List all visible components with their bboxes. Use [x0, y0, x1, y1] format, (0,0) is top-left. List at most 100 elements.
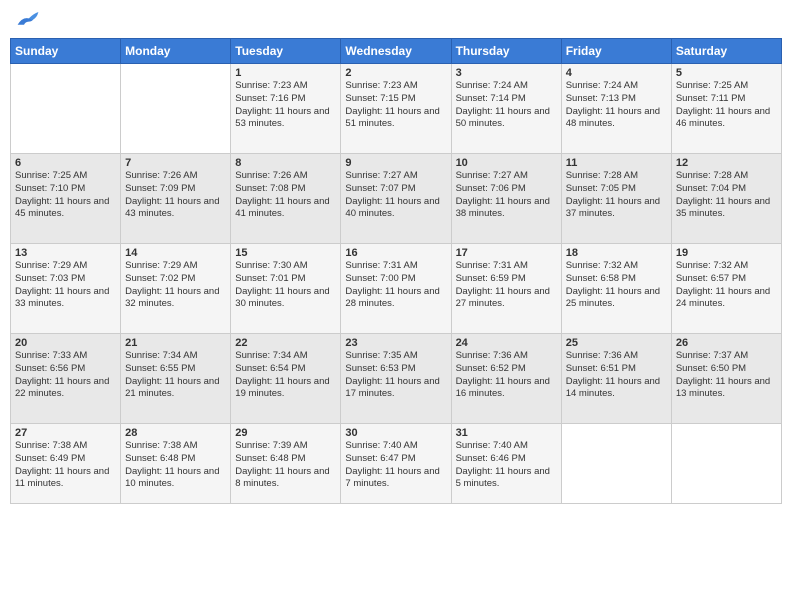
calendar-cell	[11, 64, 121, 154]
calendar-cell	[121, 64, 231, 154]
day-number: 2	[345, 67, 446, 79]
day-info: Sunrise: 7:37 AMSunset: 6:50 PMDaylight:…	[676, 350, 777, 401]
day-info: Sunrise: 7:32 AMSunset: 6:58 PMDaylight:…	[566, 260, 667, 311]
calendar-cell: 13Sunrise: 7:29 AMSunset: 7:03 PMDayligh…	[11, 244, 121, 334]
day-number: 30	[345, 427, 446, 439]
day-number: 17	[456, 247, 557, 259]
day-info: Sunrise: 7:25 AMSunset: 7:11 PMDaylight:…	[676, 80, 777, 131]
day-number: 26	[676, 337, 777, 349]
day-number: 5	[676, 67, 777, 79]
day-number: 4	[566, 67, 667, 79]
calendar-cell: 23Sunrise: 7:35 AMSunset: 6:53 PMDayligh…	[341, 334, 451, 424]
day-number: 25	[566, 337, 667, 349]
calendar-header-row: SundayMondayTuesdayWednesdayThursdayFrid…	[11, 39, 782, 64]
calendar-cell: 14Sunrise: 7:29 AMSunset: 7:02 PMDayligh…	[121, 244, 231, 334]
calendar-cell	[561, 424, 671, 504]
calendar-cell: 29Sunrise: 7:39 AMSunset: 6:48 PMDayligh…	[231, 424, 341, 504]
day-number: 15	[235, 247, 336, 259]
calendar-cell: 17Sunrise: 7:31 AMSunset: 6:59 PMDayligh…	[451, 244, 561, 334]
day-info: Sunrise: 7:35 AMSunset: 6:53 PMDaylight:…	[345, 350, 446, 401]
calendar-cell: 19Sunrise: 7:32 AMSunset: 6:57 PMDayligh…	[671, 244, 781, 334]
day-info: Sunrise: 7:36 AMSunset: 6:51 PMDaylight:…	[566, 350, 667, 401]
day-info: Sunrise: 7:24 AMSunset: 7:14 PMDaylight:…	[456, 80, 557, 131]
calendar-cell: 11Sunrise: 7:28 AMSunset: 7:05 PMDayligh…	[561, 154, 671, 244]
calendar-body: 1Sunrise: 7:23 AMSunset: 7:16 PMDaylight…	[11, 64, 782, 504]
calendar-week-row: 20Sunrise: 7:33 AMSunset: 6:56 PMDayligh…	[11, 334, 782, 424]
day-number: 14	[125, 247, 226, 259]
calendar-cell: 31Sunrise: 7:40 AMSunset: 6:46 PMDayligh…	[451, 424, 561, 504]
calendar-cell: 2Sunrise: 7:23 AMSunset: 7:15 PMDaylight…	[341, 64, 451, 154]
day-number: 31	[456, 427, 557, 439]
calendar-cell: 24Sunrise: 7:36 AMSunset: 6:52 PMDayligh…	[451, 334, 561, 424]
calendar-week-row: 13Sunrise: 7:29 AMSunset: 7:03 PMDayligh…	[11, 244, 782, 334]
day-info: Sunrise: 7:38 AMSunset: 6:48 PMDaylight:…	[125, 440, 226, 491]
calendar-cell: 7Sunrise: 7:26 AMSunset: 7:09 PMDaylight…	[121, 154, 231, 244]
day-info: Sunrise: 7:26 AMSunset: 7:08 PMDaylight:…	[235, 170, 336, 221]
calendar-cell: 25Sunrise: 7:36 AMSunset: 6:51 PMDayligh…	[561, 334, 671, 424]
day-number: 3	[456, 67, 557, 79]
day-info: Sunrise: 7:29 AMSunset: 7:02 PMDaylight:…	[125, 260, 226, 311]
day-number: 16	[345, 247, 446, 259]
calendar-cell: 4Sunrise: 7:24 AMSunset: 7:13 PMDaylight…	[561, 64, 671, 154]
day-info: Sunrise: 7:27 AMSunset: 7:07 PMDaylight:…	[345, 170, 446, 221]
day-number: 8	[235, 157, 336, 169]
calendar-cell: 9Sunrise: 7:27 AMSunset: 7:07 PMDaylight…	[341, 154, 451, 244]
calendar-cell: 30Sunrise: 7:40 AMSunset: 6:47 PMDayligh…	[341, 424, 451, 504]
calendar-cell: 1Sunrise: 7:23 AMSunset: 7:16 PMDaylight…	[231, 64, 341, 154]
day-number: 28	[125, 427, 226, 439]
day-info: Sunrise: 7:36 AMSunset: 6:52 PMDaylight:…	[456, 350, 557, 401]
calendar-header-thursday: Thursday	[451, 39, 561, 64]
day-number: 23	[345, 337, 446, 349]
day-info: Sunrise: 7:29 AMSunset: 7:03 PMDaylight:…	[15, 260, 116, 311]
calendar-table: SundayMondayTuesdayWednesdayThursdayFrid…	[10, 38, 782, 504]
calendar-cell: 10Sunrise: 7:27 AMSunset: 7:06 PMDayligh…	[451, 154, 561, 244]
calendar-week-row: 6Sunrise: 7:25 AMSunset: 7:10 PMDaylight…	[11, 154, 782, 244]
calendar-cell: 3Sunrise: 7:24 AMSunset: 7:14 PMDaylight…	[451, 64, 561, 154]
calendar-cell: 27Sunrise: 7:38 AMSunset: 6:49 PMDayligh…	[11, 424, 121, 504]
calendar-cell: 20Sunrise: 7:33 AMSunset: 6:56 PMDayligh…	[11, 334, 121, 424]
day-number: 10	[456, 157, 557, 169]
day-number: 22	[235, 337, 336, 349]
calendar-cell: 15Sunrise: 7:30 AMSunset: 7:01 PMDayligh…	[231, 244, 341, 334]
day-info: Sunrise: 7:34 AMSunset: 6:54 PMDaylight:…	[235, 350, 336, 401]
day-number: 18	[566, 247, 667, 259]
day-info: Sunrise: 7:26 AMSunset: 7:09 PMDaylight:…	[125, 170, 226, 221]
day-info: Sunrise: 7:32 AMSunset: 6:57 PMDaylight:…	[676, 260, 777, 311]
day-info: Sunrise: 7:28 AMSunset: 7:04 PMDaylight:…	[676, 170, 777, 221]
day-info: Sunrise: 7:24 AMSunset: 7:13 PMDaylight:…	[566, 80, 667, 131]
calendar-header-sunday: Sunday	[11, 39, 121, 64]
day-number: 19	[676, 247, 777, 259]
page-header	[10, 10, 782, 30]
day-number: 7	[125, 157, 226, 169]
calendar-cell: 12Sunrise: 7:28 AMSunset: 7:04 PMDayligh…	[671, 154, 781, 244]
calendar-header-saturday: Saturday	[671, 39, 781, 64]
day-info: Sunrise: 7:31 AMSunset: 7:00 PMDaylight:…	[345, 260, 446, 311]
day-number: 21	[125, 337, 226, 349]
logo	[14, 10, 40, 30]
day-info: Sunrise: 7:25 AMSunset: 7:10 PMDaylight:…	[15, 170, 116, 221]
day-number: 27	[15, 427, 116, 439]
logo-bird-icon	[16, 10, 40, 30]
day-info: Sunrise: 7:40 AMSunset: 6:47 PMDaylight:…	[345, 440, 446, 491]
day-info: Sunrise: 7:27 AMSunset: 7:06 PMDaylight:…	[456, 170, 557, 221]
calendar-cell: 22Sunrise: 7:34 AMSunset: 6:54 PMDayligh…	[231, 334, 341, 424]
day-number: 1	[235, 67, 336, 79]
calendar-cell: 21Sunrise: 7:34 AMSunset: 6:55 PMDayligh…	[121, 334, 231, 424]
calendar-cell: 16Sunrise: 7:31 AMSunset: 7:00 PMDayligh…	[341, 244, 451, 334]
day-number: 12	[676, 157, 777, 169]
day-number: 24	[456, 337, 557, 349]
day-number: 20	[15, 337, 116, 349]
calendar-week-row: 27Sunrise: 7:38 AMSunset: 6:49 PMDayligh…	[11, 424, 782, 504]
day-info: Sunrise: 7:40 AMSunset: 6:46 PMDaylight:…	[456, 440, 557, 491]
calendar-cell: 5Sunrise: 7:25 AMSunset: 7:11 PMDaylight…	[671, 64, 781, 154]
calendar-cell: 8Sunrise: 7:26 AMSunset: 7:08 PMDaylight…	[231, 154, 341, 244]
day-number: 11	[566, 157, 667, 169]
calendar-cell	[671, 424, 781, 504]
day-number: 6	[15, 157, 116, 169]
day-info: Sunrise: 7:23 AMSunset: 7:15 PMDaylight:…	[345, 80, 446, 131]
calendar-header-tuesday: Tuesday	[231, 39, 341, 64]
day-info: Sunrise: 7:34 AMSunset: 6:55 PMDaylight:…	[125, 350, 226, 401]
day-info: Sunrise: 7:30 AMSunset: 7:01 PMDaylight:…	[235, 260, 336, 311]
calendar-cell: 18Sunrise: 7:32 AMSunset: 6:58 PMDayligh…	[561, 244, 671, 334]
calendar-header-monday: Monday	[121, 39, 231, 64]
